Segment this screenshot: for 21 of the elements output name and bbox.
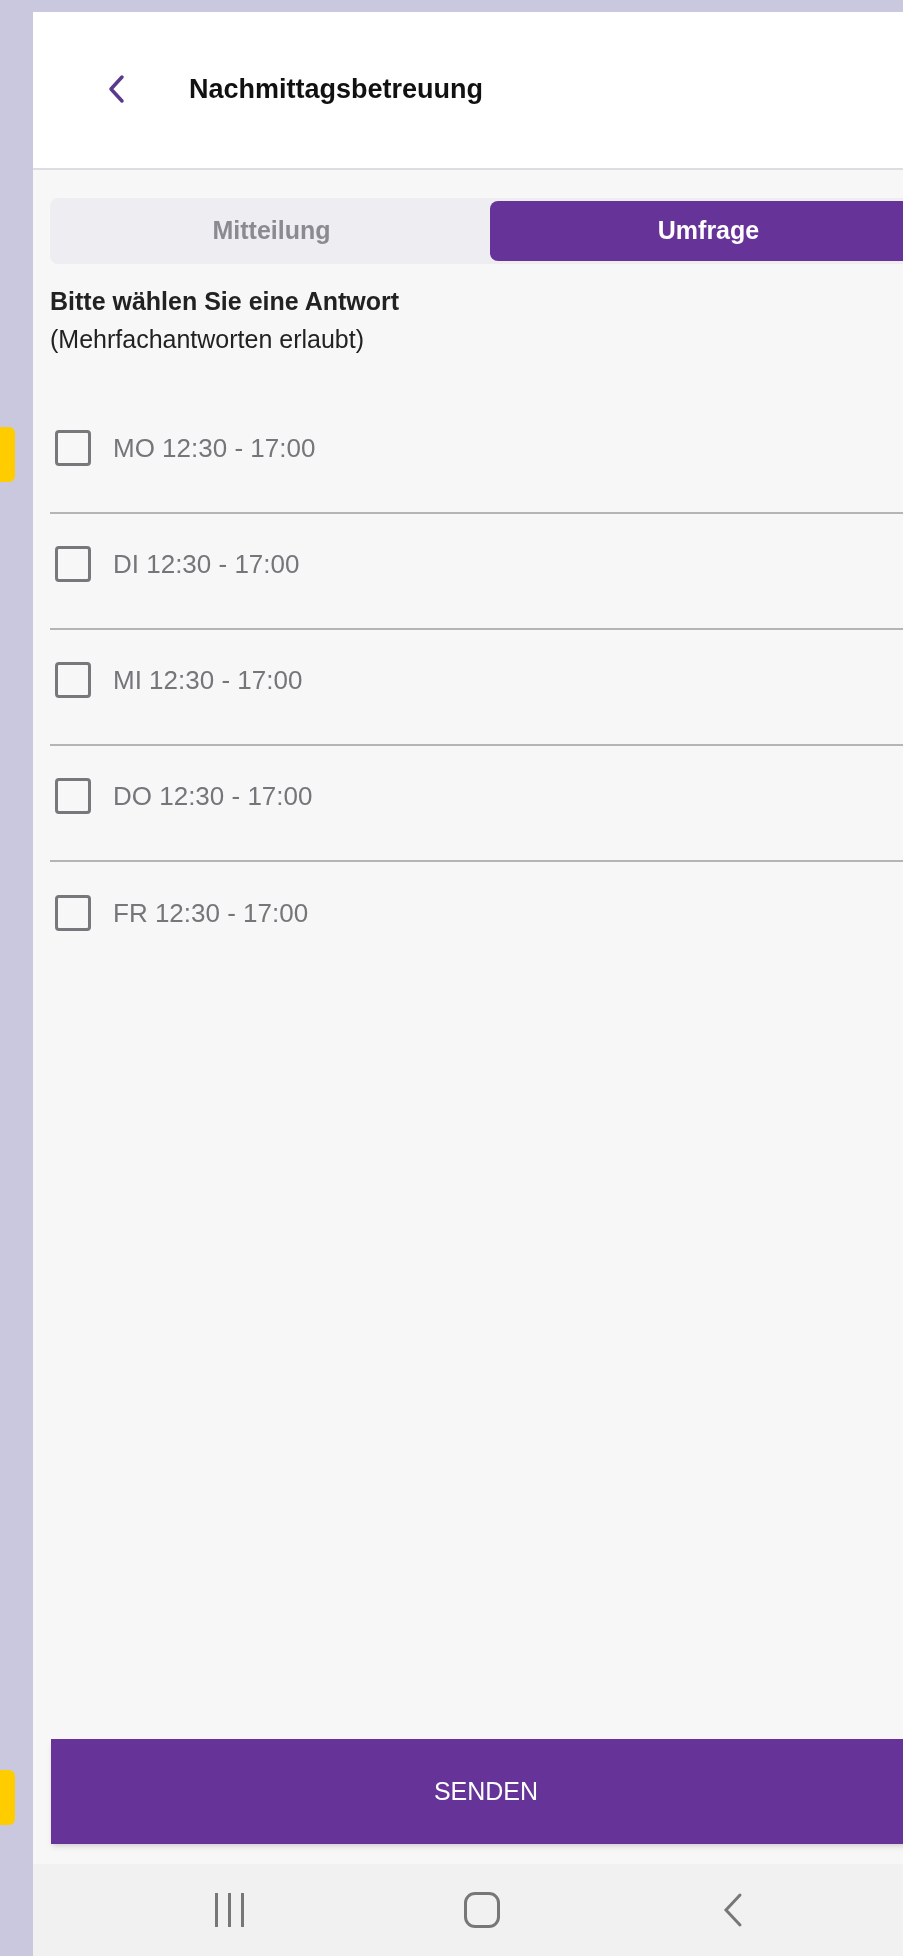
checkbox[interactable] [55, 546, 91, 582]
checkbox[interactable] [55, 778, 91, 814]
question-title: Bitte wählen Sie eine Antwort [50, 286, 401, 317]
checkbox[interactable] [55, 430, 91, 466]
home-icon[interactable] [464, 1892, 500, 1928]
tab[interactable]: Umfrage [490, 201, 903, 261]
page-title: Nachmittagsbetreuung [189, 72, 484, 106]
back-icon[interactable] [722, 1892, 744, 1928]
option-label: DI 12:30 - 17:00 [113, 547, 300, 581]
option-label: MI 12:30 - 17:00 [113, 663, 303, 697]
option-label: FR 12:30 - 17:00 [113, 896, 309, 930]
submit-button[interactable]: SENDEN [51, 1739, 903, 1844]
option-label: DO 12:30 - 17:00 [113, 779, 313, 813]
edge-marker [0, 1770, 15, 1825]
option-label: MO 12:30 - 17:00 [113, 431, 316, 465]
back-icon [107, 74, 125, 104]
question-hint: (Mehrfachantworten erlaubt) [50, 324, 366, 355]
checkbox[interactable] [55, 895, 91, 931]
edge-marker [0, 427, 15, 482]
recent-apps-icon[interactable] [215, 1893, 244, 1927]
checkbox[interactable] [55, 662, 91, 698]
